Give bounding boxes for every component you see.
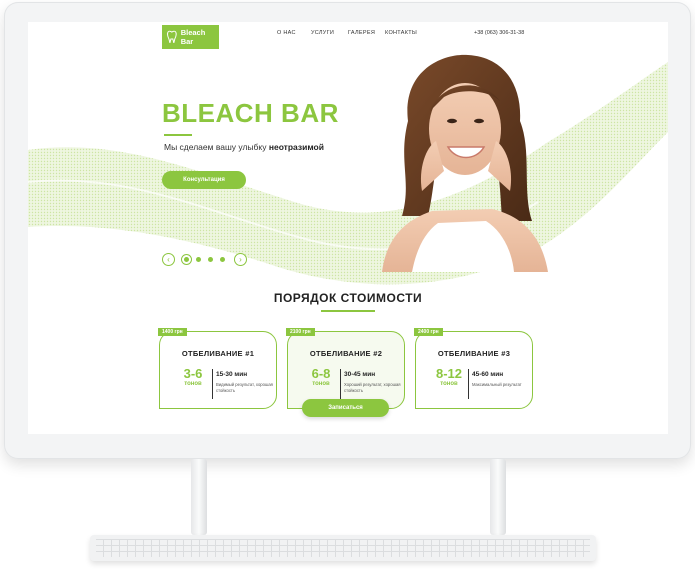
nav-item-gallery[interactable]: ГАЛЕРЕЯ: [348, 30, 375, 36]
card-title: ОТБЕЛИВАНИЕ #2: [309, 349, 383, 358]
card-tones-value: 3-6: [183, 366, 203, 381]
pricing-card-2[interactable]: 2100 грн ОТБЕЛИВАНИЕ #2 6-8 тонов 30-45 …: [286, 328, 405, 409]
card-divider: [468, 369, 469, 399]
card-divider: [340, 369, 341, 399]
brand-logo[interactable]: Bleach Bar: [162, 25, 219, 49]
nav-item-about[interactable]: О НАС: [277, 30, 296, 36]
hero-subtitle-plain: Мы сделаем вашу улыбку: [164, 142, 269, 152]
monitor-stand-left: [191, 459, 207, 535]
card-divider: [212, 369, 213, 399]
card-tones-value: 6-8: [311, 366, 331, 381]
card-price-badge: 2400 грн: [414, 328, 443, 336]
tooth-icon: [167, 30, 177, 43]
hero-slider-controls: ‹ ›: [162, 253, 248, 267]
card-tones-unit: тонов: [312, 381, 330, 387]
card-tones-value: 8-12: [435, 366, 463, 381]
logo-text: Bleach Bar: [180, 28, 206, 46]
hero-subtitle-bold: неотразимой: [268, 142, 324, 152]
card-price-badge: 1400 грн: [158, 328, 187, 336]
pricing-title: ПОРЯДОК СТОИМОСТИ: [273, 291, 423, 305]
slider-dot-1[interactable]: [184, 257, 189, 262]
slider-dot-2[interactable]: [196, 257, 201, 262]
card-description: Видимый результат, хорошая стойкость: [216, 382, 273, 393]
card-tones-unit: тонов: [440, 381, 458, 387]
keyboard-keys: [96, 539, 590, 557]
card-tones-unit: тонов: [184, 381, 202, 387]
slider-dot-4[interactable]: [220, 257, 225, 262]
slider-next-icon[interactable]: ›: [234, 253, 247, 266]
pricing-card-1[interactable]: 1400 грн ОТБЕЛИВАНИЕ #1 3-6 тонов 15-30 …: [158, 328, 277, 409]
nav-item-services[interactable]: УСЛУГИ: [311, 30, 334, 36]
card-tones: 8-12 тонов: [432, 366, 466, 388]
monitor-stand-right: [490, 459, 506, 535]
card-tones: 3-6 тонов: [176, 366, 210, 388]
phone-number[interactable]: +38 (063) 306-31-38: [474, 30, 524, 36]
website-screen: Bleach Bar О НАС УСЛУГИ ГАЛЕРЕЯ КОНТАКТЫ…: [28, 22, 668, 434]
hero-woman-photo: [382, 54, 548, 272]
card-duration: 45-60 мин: [472, 371, 504, 378]
monitor-frame: Bleach Bar О НАС УСЛУГИ ГАЛЕРЕЯ КОНТАКТЫ…: [4, 2, 691, 459]
consultation-button[interactable]: Консультация: [162, 171, 246, 189]
slider-dot-3[interactable]: [208, 257, 213, 262]
card-description: Хороший результат, хорошая стойкость: [344, 382, 401, 393]
card-tones: 6-8 тонов: [304, 366, 338, 388]
slider-prev-icon[interactable]: ‹: [162, 253, 175, 266]
book-button[interactable]: Записаться: [302, 399, 389, 417]
card-description: Максимальный результат: [472, 382, 522, 387]
hero-title: BLEACH BAR: [162, 98, 339, 128]
card-duration: 15-30 мин: [216, 371, 248, 378]
card-title: ОТБЕЛИВАНИЕ #1: [181, 349, 255, 358]
card-price-badge: 2100 грн: [286, 328, 315, 336]
keyboard: [90, 535, 596, 561]
card-title: ОТБЕЛИВАНИЕ #3: [437, 349, 511, 358]
card-duration: 30-45 мин: [344, 371, 376, 378]
nav-item-contacts[interactable]: КОНТАКТЫ: [385, 30, 417, 36]
pricing-card-3[interactable]: 2400 грн ОТБЕЛИВАНИЕ #3 8-12 тонов 45-60…: [414, 328, 533, 409]
hero-subtitle: Мы сделаем вашу улыбку неотразимой: [164, 142, 324, 152]
pricing-title-underline: [321, 310, 375, 312]
hero-title-underline: [164, 134, 192, 136]
